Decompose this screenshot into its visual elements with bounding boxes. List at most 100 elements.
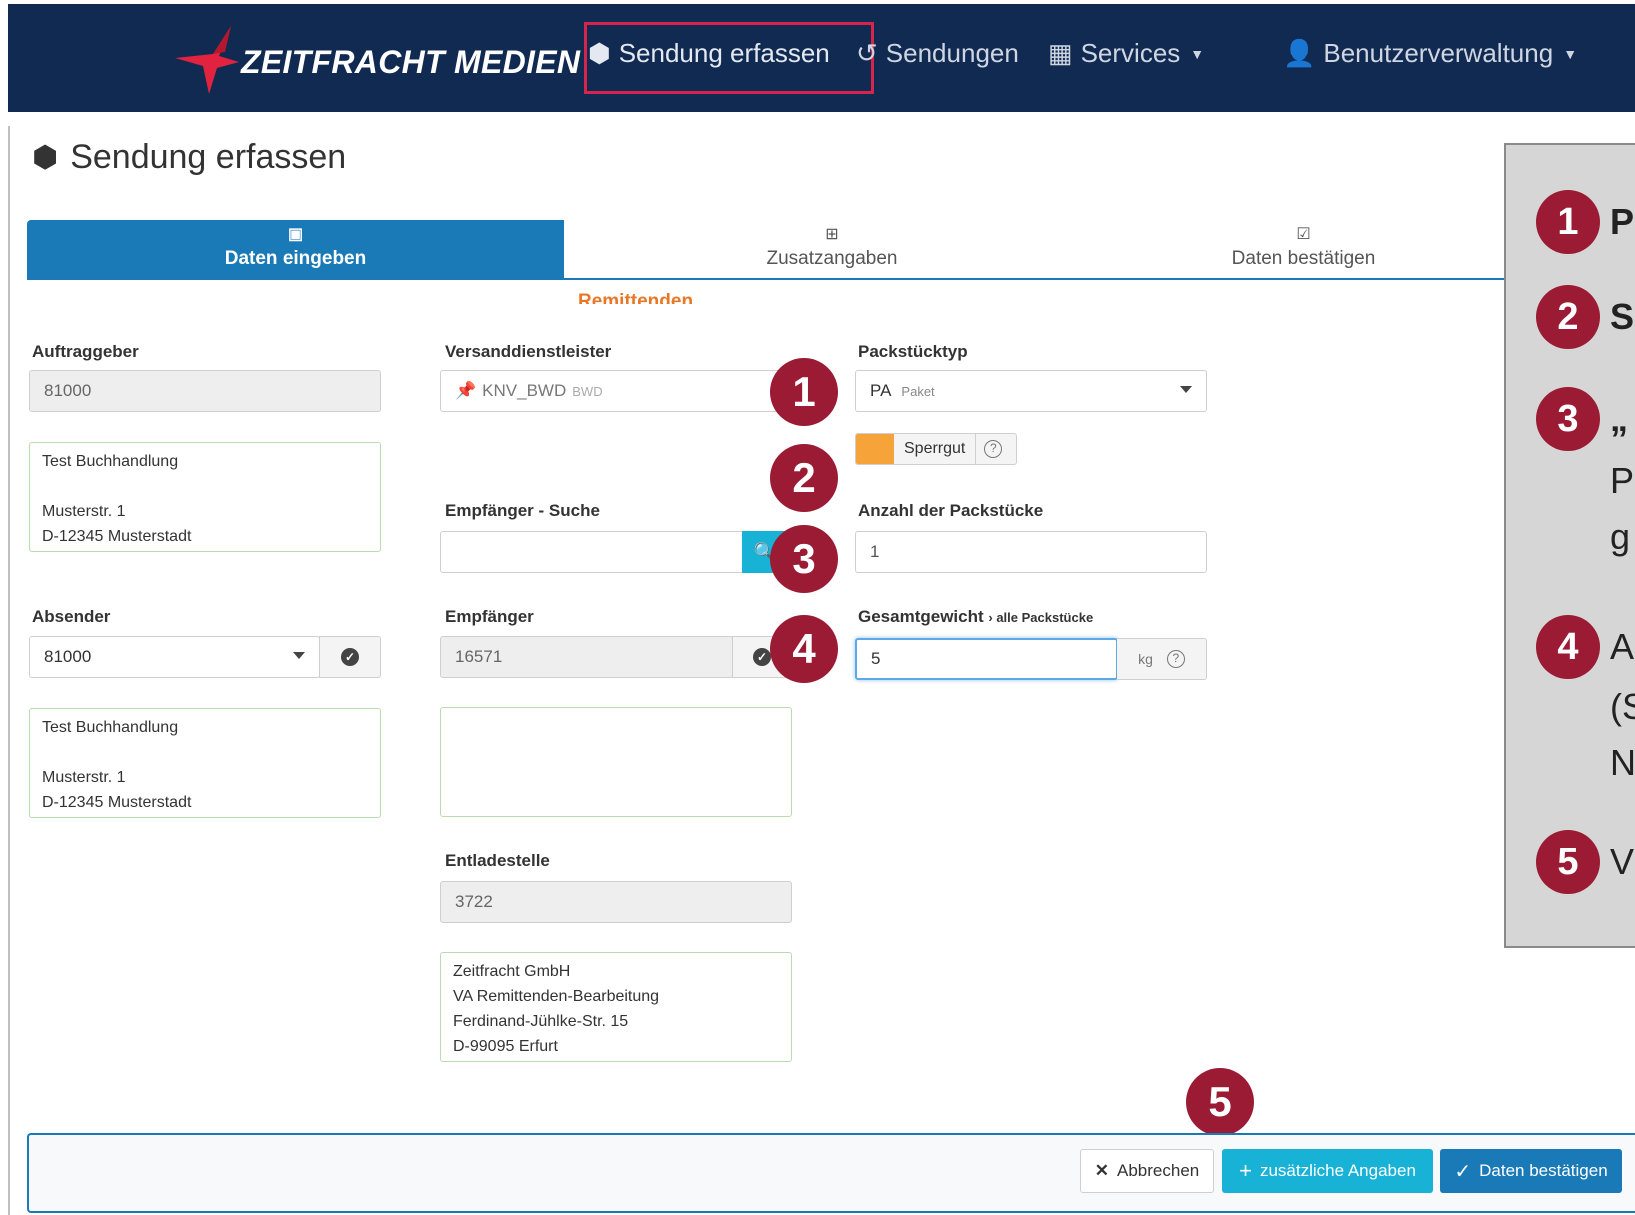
empfaenger-label: Empfänger xyxy=(445,607,534,626)
cube-icon: ⬢ xyxy=(32,141,59,174)
address-book-icon: ▣ xyxy=(287,226,304,243)
help-icon[interactable]: ? xyxy=(1166,650,1185,668)
auftraggeber-field: 81000 xyxy=(29,370,381,412)
absender-label: Absender xyxy=(32,607,111,626)
user-icon: 👤 xyxy=(1283,38,1316,68)
sperrgut-label: Sperrgut xyxy=(894,434,977,464)
address-line: D-99095 Erfurt xyxy=(453,1038,558,1055)
packstuecktyp-name: Paket xyxy=(901,383,935,399)
absender-confirm-button[interactable]: ✓ xyxy=(319,636,381,678)
caret-down-icon: ▼ xyxy=(1190,45,1205,62)
marker-5: 5 xyxy=(1536,830,1600,894)
address-line xyxy=(42,740,368,765)
marker-4: 4 xyxy=(1536,615,1600,679)
marker-2: 2 xyxy=(1536,285,1600,349)
toggle-switch[interactable] xyxy=(856,434,894,464)
grid-icon: ▦ xyxy=(1048,38,1073,68)
anzahl-label: Anzahl der Packstücke xyxy=(858,501,1044,520)
help-icon[interactable]: ? xyxy=(984,440,1003,458)
marker-3: 3 xyxy=(770,525,838,593)
instruction-5: 5V xyxy=(1536,830,1634,894)
close-icon: ✕ xyxy=(1094,1161,1109,1180)
page-title: ⬢ Sendung erfassen xyxy=(32,138,346,177)
unit-label: kg xyxy=(1138,651,1153,667)
plus-icon: + xyxy=(1239,1158,1252,1183)
absender-select[interactable]: 81000 xyxy=(29,636,320,678)
pin-icon: 📌 xyxy=(455,381,477,400)
absender-address: Test Buchhandlung Musterstr. 1 D-12345 M… xyxy=(29,708,381,818)
instruction-3: 3 „ xyxy=(1536,387,1628,451)
step-daten-bestaetigen[interactable]: ☑ Daten bestätigen xyxy=(1100,220,1507,280)
entladestelle-field: 3722 xyxy=(440,881,792,923)
packstuecktyp-label: Packstücktyp xyxy=(858,342,968,361)
page-title-text: Sendung erfassen xyxy=(70,138,347,176)
instruction-text: V xyxy=(1610,841,1635,882)
bird-logo-icon xyxy=(175,26,239,94)
versanddienstleister-label: Versanddienstleister xyxy=(445,342,612,361)
cancel-label: Abbrechen xyxy=(1117,1161,1200,1180)
nav-label: Benutzerverwaltung xyxy=(1323,38,1554,68)
nav-benutzerverwaltung[interactable]: 👤 Benutzerverwaltung ▼ xyxy=(1283,38,1577,69)
empfaenger-address xyxy=(440,707,792,817)
instruction-text: P xyxy=(1610,460,1635,501)
address-line: Musterstr. 1 xyxy=(42,769,126,786)
marker-3: 3 xyxy=(1536,387,1600,451)
instruction-4: 4A xyxy=(1536,615,1634,679)
instruction-text: P xyxy=(1610,201,1635,242)
check-circle-icon: ✓ xyxy=(341,648,359,666)
auftraggeber-address: Test Buchhandlung Musterstr. 1 D-12345 M… xyxy=(29,442,381,552)
cancel-button[interactable]: ✕ Abbrechen xyxy=(1080,1149,1214,1193)
empfaenger-suche-label: Empfänger - Suche xyxy=(445,501,600,520)
gesamtgewicht-label: Gesamtgewicht › alle Packstücke xyxy=(858,607,1093,627)
remittenden-label: Remittenden xyxy=(578,291,694,304)
packstuecktyp-select[interactable]: PA Paket xyxy=(855,370,1207,412)
plus-square-icon: ⊞ xyxy=(825,226,839,243)
versanddienstleister-sub: BWD xyxy=(572,383,603,399)
anzahl-input[interactable] xyxy=(855,531,1207,573)
caret-down-icon xyxy=(293,652,305,659)
marker-1: 1 xyxy=(1536,190,1600,254)
address-line: VA Remittenden-Bearbeitung xyxy=(453,988,660,1005)
brand-logo[interactable]: ZEITFRACHT MEDIEN xyxy=(173,24,580,96)
address-line: D-12345 Musterstadt xyxy=(42,528,192,545)
address-line: Zeitfracht GmbH xyxy=(453,963,571,980)
address-line: Test Buchhandlung xyxy=(42,453,179,470)
sperrgut-toggle[interactable]: Sperrgut ? xyxy=(855,433,1017,465)
top-navbar: ZEITFRACHT MEDIEN ⬢ Sendung erfassen ↺ S… xyxy=(8,4,1635,112)
instruction-2: 2S xyxy=(1536,285,1634,349)
nav-sendung-erfassen[interactable]: ⬢ Sendung erfassen xyxy=(588,38,830,69)
step-label: Daten eingeben xyxy=(224,248,367,269)
page-frame-line xyxy=(8,126,10,1215)
address-line: Ferdinand-Jühlke-Str. 15 xyxy=(453,1013,629,1030)
cube-icon: ⬢ xyxy=(588,38,611,68)
address-line: Musterstr. 1 xyxy=(42,503,126,520)
address-line: D-12345 Musterstadt xyxy=(42,794,192,811)
instruction-text: (S xyxy=(1610,686,1635,727)
marker-5: 5 xyxy=(1186,1068,1254,1136)
step-zusatzangaben[interactable]: ⊞ Zusatzangaben xyxy=(564,220,1100,280)
caret-down-icon xyxy=(1180,386,1192,393)
unit-addon: kg ? xyxy=(1117,638,1207,680)
instruction-1: 1P xyxy=(1536,190,1634,254)
empfaenger-field: 16571 xyxy=(440,636,733,678)
additional-info-button[interactable]: + zusätzliche Angaben xyxy=(1222,1149,1433,1193)
step-daten-eingeben[interactable]: ▣ Daten eingeben xyxy=(27,220,564,280)
entladestelle-label: Entladestelle xyxy=(445,851,550,870)
gesamtgewicht-input[interactable] xyxy=(855,638,1118,680)
nav-label: Services xyxy=(1080,38,1181,68)
empfaenger-search-input[interactable] xyxy=(440,531,744,573)
instruction-text: „ xyxy=(1610,398,1628,439)
nav-sendungen[interactable]: ↺ Sendungen xyxy=(856,38,1019,69)
absender-value: 81000 xyxy=(44,647,92,666)
nav-label: Sendungen xyxy=(885,38,1019,68)
brand-name: ZEITFRACHT MEDIEN xyxy=(241,44,581,80)
nav-services[interactable]: ▦ Services ▼ xyxy=(1048,38,1204,69)
address-line: Test Buchhandlung xyxy=(42,719,179,736)
check-circle-icon: ✓ xyxy=(753,648,771,666)
gesamtgewicht-label-text: Gesamtgewicht xyxy=(858,607,984,626)
confirm-data-button[interactable]: ✓ Daten bestätigen xyxy=(1440,1149,1622,1193)
confirm-label: Daten bestätigen xyxy=(1479,1161,1608,1180)
step-label: Daten bestätigen xyxy=(1231,248,1376,269)
versanddienstleister-select[interactable]: 📌 KNV_BWD BWD xyxy=(440,370,792,412)
nav-label: Sendung erfassen xyxy=(618,38,830,68)
